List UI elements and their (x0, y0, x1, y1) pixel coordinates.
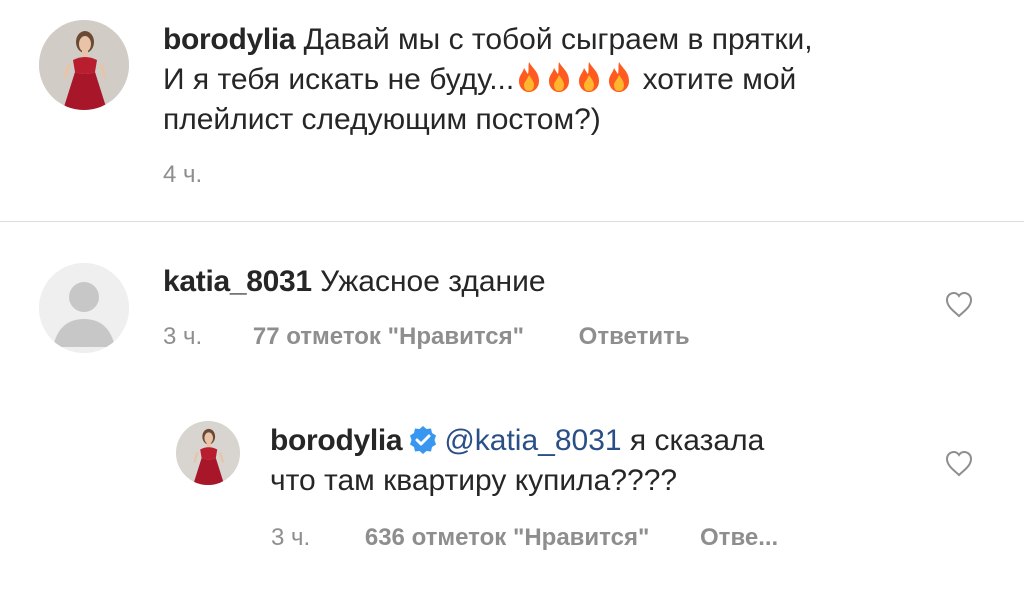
avatar-borodylia[interactable] (176, 421, 240, 485)
comment-meta: 3 ч. 77 отметок "Нравится" Ответить (163, 322, 690, 352)
comment-line: Давай мы с тобой сыграем в прятки, (303, 23, 813, 56)
fire-emoji-icon (579, 62, 600, 92)
reply-username[interactable]: borodylia (270, 424, 403, 457)
avatar-borodylia[interactable] (39, 20, 129, 110)
reply-button[interactable]: Отве... (700, 524, 778, 551)
reply-button[interactable]: Ответить (579, 323, 690, 350)
comment-time: 4 ч. (163, 161, 203, 188)
reply-meta: 3 ч. 636 отметок "Нравится" Отве... (271, 523, 778, 553)
profile-photo (39, 20, 129, 110)
comment-body: Ужасное здание (320, 265, 546, 298)
fire-emoji-icon (519, 62, 540, 92)
comment-line: хотите мой (642, 63, 797, 96)
mention-link[interactable]: @katia_8031 (444, 424, 621, 457)
fire-emoji-icon (549, 62, 570, 92)
reply-time: 3 ч. (271, 524, 311, 551)
comment-text: borodylia Давай мы с тобой сыграем в пря… (163, 20, 963, 140)
comment-line: плейлист следующим постом?) (163, 103, 601, 136)
comment-username[interactable]: borodylia (163, 23, 296, 56)
comment-text: katia_8031 Ужасное здание (163, 262, 923, 302)
likes-count-link[interactable]: 77 отметок "Нравится" (253, 323, 524, 350)
default-avatar-icon (39, 263, 129, 353)
reply-text: borodylia @katia_8031 я сказала что там к… (270, 421, 890, 501)
comment-username[interactable]: katia_8031 (163, 265, 312, 298)
divider (0, 221, 1024, 222)
verified-badge-icon (410, 426, 437, 454)
comment-time: 3 ч. (163, 323, 203, 350)
avatar-katia-8031[interactable] (39, 263, 129, 353)
fire-emoji-icon (609, 62, 630, 92)
profile-photo (176, 421, 240, 485)
heart-icon[interactable] (944, 449, 974, 479)
comment-line: И я тебя искать не буду... (163, 63, 515, 96)
reply-line: я сказала (629, 424, 765, 457)
likes-count-link[interactable]: 636 отметок "Нравится" (365, 524, 649, 551)
heart-icon[interactable] (944, 290, 974, 320)
reply-line: что там квартиру купила???? (270, 464, 678, 497)
